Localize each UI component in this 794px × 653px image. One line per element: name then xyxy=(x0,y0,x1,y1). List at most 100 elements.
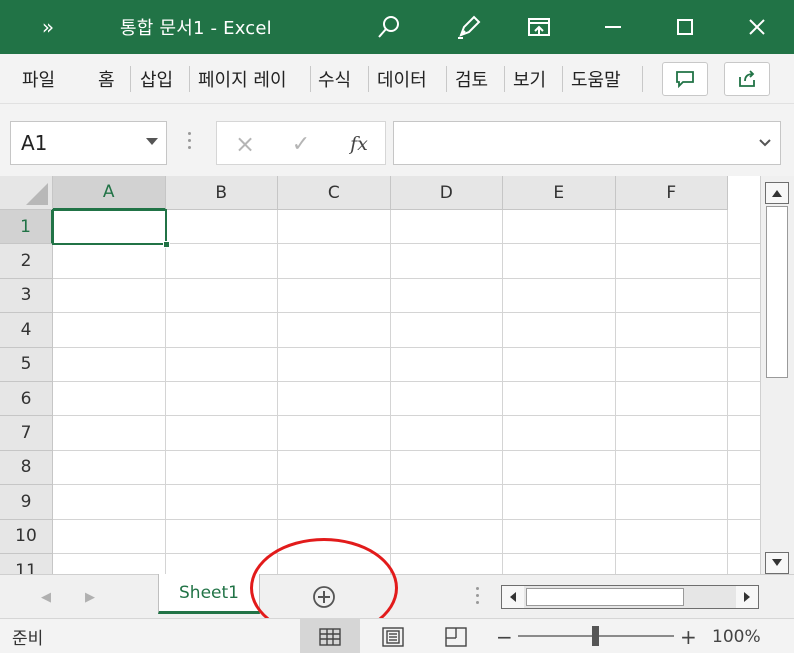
cell[interactable] xyxy=(278,382,391,417)
cell[interactable] xyxy=(615,485,728,520)
cell[interactable] xyxy=(503,313,616,348)
cell[interactable] xyxy=(390,382,503,417)
cell[interactable] xyxy=(615,278,728,314)
select-all-button[interactable] xyxy=(0,176,53,210)
minimize-icon[interactable] xyxy=(590,0,636,54)
cell[interactable] xyxy=(165,485,278,520)
cell[interactable] xyxy=(728,348,760,382)
cell[interactable] xyxy=(391,554,503,574)
cell[interactable] xyxy=(53,278,166,314)
cell[interactable] xyxy=(390,313,503,348)
ribbon-display-icon[interactable] xyxy=(516,0,562,54)
cell[interactable] xyxy=(390,519,503,554)
cell[interactable] xyxy=(728,451,760,486)
cell[interactable] xyxy=(503,382,616,417)
comment-button[interactable] xyxy=(662,62,708,96)
cell[interactable] xyxy=(390,450,503,486)
page-layout-view-button[interactable] xyxy=(363,619,423,653)
row-header-1[interactable]: 1 xyxy=(0,210,53,245)
cell[interactable] xyxy=(165,313,278,348)
cell[interactable] xyxy=(278,278,391,314)
scroll-left-button[interactable] xyxy=(502,586,524,608)
cell[interactable] xyxy=(728,210,760,245)
cell[interactable] xyxy=(390,278,503,314)
row-header-3[interactable]: 3 xyxy=(0,278,53,314)
cell[interactable] xyxy=(615,416,728,451)
column-header-c[interactable]: C xyxy=(278,176,391,210)
cell[interactable] xyxy=(165,450,278,486)
cell[interactable] xyxy=(728,485,760,520)
tab-file[interactable]: 파일 xyxy=(22,54,55,104)
cell[interactable] xyxy=(503,347,616,382)
column-header-e[interactable]: E xyxy=(503,176,616,210)
cell[interactable] xyxy=(53,450,166,486)
cell[interactable] xyxy=(53,519,166,554)
row-header-2[interactable]: 2 xyxy=(0,244,53,279)
column-header-f[interactable]: F xyxy=(615,176,728,210)
zoom-slider-thumb[interactable] xyxy=(592,626,599,646)
sheet-tab-sheet1[interactable]: Sheet1 xyxy=(158,574,260,614)
cell[interactable] xyxy=(53,554,166,574)
cell[interactable] xyxy=(390,210,503,245)
cell[interactable] xyxy=(390,485,503,520)
tab-help[interactable]: 도움말 xyxy=(571,54,621,104)
row-header-6[interactable]: 6 xyxy=(0,382,53,417)
tab-view[interactable]: 보기 xyxy=(513,54,546,104)
cell[interactable] xyxy=(728,416,760,451)
chevron-down-icon[interactable] xyxy=(146,138,158,145)
cell[interactable] xyxy=(503,278,616,314)
cell[interactable] xyxy=(278,313,391,348)
horizontal-scroll-thumb[interactable] xyxy=(526,588,684,606)
cell[interactable] xyxy=(278,210,391,245)
scroll-right-button[interactable] xyxy=(736,586,758,608)
cell[interactable] xyxy=(615,244,728,279)
cancel-icon[interactable]: × xyxy=(225,122,265,166)
column-header-a[interactable]: A xyxy=(53,176,166,210)
scroll-down-button[interactable] xyxy=(765,552,789,574)
cell[interactable] xyxy=(615,450,728,486)
zoom-in-button[interactable]: + xyxy=(680,619,697,653)
cell[interactable] xyxy=(728,279,760,314)
tab-home[interactable]: 홈 xyxy=(98,54,115,104)
sheet-scroll-left-icon[interactable]: ◀ xyxy=(36,587,56,607)
column-header-d[interactable]: D xyxy=(390,176,503,210)
cell[interactable] xyxy=(278,450,391,486)
cell[interactable] xyxy=(503,416,616,451)
tab-split-handle[interactable] xyxy=(474,587,480,609)
cell[interactable] xyxy=(728,520,760,554)
cell[interactable] xyxy=(728,382,760,417)
formula-bar-resize-handle[interactable] xyxy=(186,132,192,152)
cell[interactable] xyxy=(53,485,166,520)
cell[interactable] xyxy=(165,244,278,279)
cell[interactable] xyxy=(728,313,760,348)
vertical-scroll-thumb[interactable] xyxy=(766,206,788,378)
expand-formula-bar-icon[interactable] xyxy=(758,136,772,150)
row-header-9[interactable]: 9 xyxy=(0,485,53,520)
sheet-scroll-right-icon[interactable]: ▶ xyxy=(80,587,100,607)
zoom-level[interactable]: 100% xyxy=(712,619,761,653)
row-header-11[interactable]: 11 xyxy=(0,554,53,574)
tab-page-layout[interactable]: 페이지 레이 xyxy=(198,54,287,104)
fill-handle[interactable] xyxy=(163,241,170,248)
row-header-10[interactable]: 10 xyxy=(0,519,53,554)
cell[interactable] xyxy=(503,450,616,486)
insert-function-icon[interactable]: fx xyxy=(339,122,379,166)
cell[interactable] xyxy=(503,519,616,554)
normal-view-button[interactable] xyxy=(300,619,360,653)
cell[interactable] xyxy=(53,244,166,279)
cell[interactable] xyxy=(390,416,503,451)
tab-review[interactable]: 검토 xyxy=(455,54,488,104)
cell[interactable] xyxy=(615,347,728,382)
share-button[interactable] xyxy=(724,62,770,96)
page-break-view-button[interactable] xyxy=(426,619,486,653)
cell[interactable] xyxy=(53,347,166,382)
vertical-scrollbar[interactable] xyxy=(760,176,794,574)
column-header-b[interactable]: B xyxy=(165,176,278,210)
cell[interactable] xyxy=(503,210,616,245)
cell[interactable] xyxy=(165,416,278,451)
search-icon[interactable] xyxy=(366,0,412,54)
active-cell-selection[interactable] xyxy=(52,209,170,248)
pen-icon[interactable] xyxy=(446,0,492,54)
cell[interactable] xyxy=(278,416,391,451)
cell[interactable] xyxy=(165,382,278,417)
